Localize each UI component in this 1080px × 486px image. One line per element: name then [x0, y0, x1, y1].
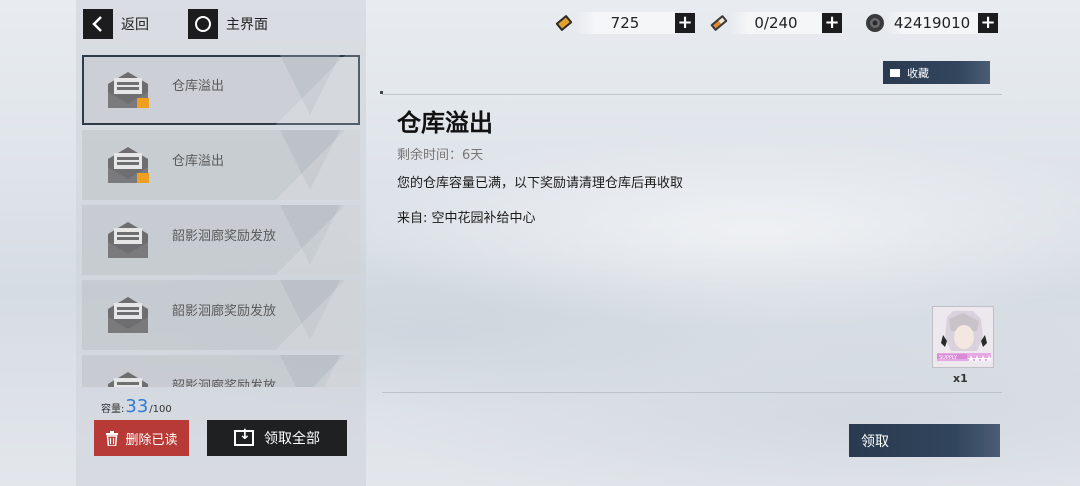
home-circle-icon: [188, 9, 218, 39]
home-label: 主界面: [226, 17, 268, 33]
resource-coins: 42419010 +: [864, 10, 998, 36]
stamina-value: 725: [575, 12, 675, 34]
coin-icon: [866, 14, 884, 32]
envelope-icon: [108, 147, 149, 183]
home-button[interactable]: 主界面: [188, 9, 268, 39]
folder-icon: [890, 68, 900, 77]
mail-title: 仓库溢出: [172, 79, 225, 94]
claim-all-label: 领取全部: [264, 431, 320, 447]
mail-title: 仓库溢出: [172, 154, 225, 169]
character-portrait-icon: SUPPLY: [933, 307, 993, 367]
envelope-icon: [108, 372, 148, 387]
claim-all-button[interactable]: 领取全部: [207, 420, 347, 456]
reward-count: x1: [953, 372, 968, 385]
mail-title: 韶影洄廊奖励发放: [172, 229, 277, 244]
favorite-label: 收藏: [907, 66, 929, 80]
mail-item[interactable]: 韶影洄廊奖励发放: [82, 280, 360, 350]
divider-dot: [380, 91, 383, 94]
stamina-plus-button[interactable]: +: [675, 13, 695, 33]
trash-icon: [106, 430, 119, 446]
mail-item[interactable]: 仓库溢出: [82, 55, 360, 125]
resource-stamina: 725 +: [553, 10, 695, 36]
mail-item[interactable]: 韶影洄廊奖励发放: [82, 355, 360, 387]
mail-body-text: 您的仓库容量已满，以下奖励请清理仓库后再收取: [397, 176, 684, 191]
mail-item[interactable]: 仓库溢出: [82, 130, 360, 200]
reward-item[interactable]: SUPPLY: [932, 306, 994, 368]
attachment-badge-icon: [137, 173, 149, 183]
energy-value: 0/240: [730, 12, 822, 34]
gold-ticket-icon: [555, 15, 573, 31]
capacity-label: 容量:: [101, 404, 125, 415]
delete-read-button[interactable]: 删除已读: [94, 420, 189, 456]
envelope-icon: [108, 297, 148, 333]
delete-read-label: 删除已读: [125, 432, 178, 448]
energy-plus-button[interactable]: +: [822, 13, 842, 33]
envelope-icon: [108, 222, 148, 258]
envelope-icon: [108, 72, 149, 108]
mailbox-capacity: 容量: 33 /100: [101, 396, 172, 417]
back-button[interactable]: 返回: [83, 9, 149, 39]
coins-plus-button[interactable]: +: [978, 13, 998, 33]
svg-text:SUPPLY: SUPPLY: [939, 355, 958, 361]
detail-bottom-divider: [382, 392, 1002, 393]
mail-detail-title: 仓库溢出: [397, 109, 493, 137]
mail-item[interactable]: 韶影洄廊奖励发放: [82, 205, 360, 275]
favorite-button[interactable]: 收藏: [883, 61, 990, 84]
mail-sender: 来自: 空中花园补给中心: [397, 211, 536, 226]
mail-time-remaining: 剩余时间：6天: [397, 148, 484, 163]
capacity-current: 33: [125, 396, 149, 417]
battery-icon: [710, 15, 728, 31]
back-label: 返回: [121, 17, 149, 33]
mail-title: 韶影洄廊奖励发放: [172, 379, 277, 387]
claim-label: 领取: [861, 433, 889, 450]
attachment-badge-icon: [137, 98, 149, 108]
download-icon: [234, 427, 254, 446]
capacity-max: /100: [149, 404, 172, 415]
detail-top-divider: [382, 94, 1002, 95]
claim-button[interactable]: 领取: [849, 424, 1000, 457]
coins-value: 42419010: [886, 12, 978, 34]
mail-title: 韶影洄廊奖励发放: [172, 304, 277, 319]
resource-energy: 0/240 +: [708, 10, 842, 36]
mail-list: 仓库溢出 仓库溢出 韶影洄廊奖励发放 韶影洄廊奖励发放 韶影洄廊奖励发放: [82, 55, 360, 387]
chevron-left-icon: [83, 9, 113, 39]
